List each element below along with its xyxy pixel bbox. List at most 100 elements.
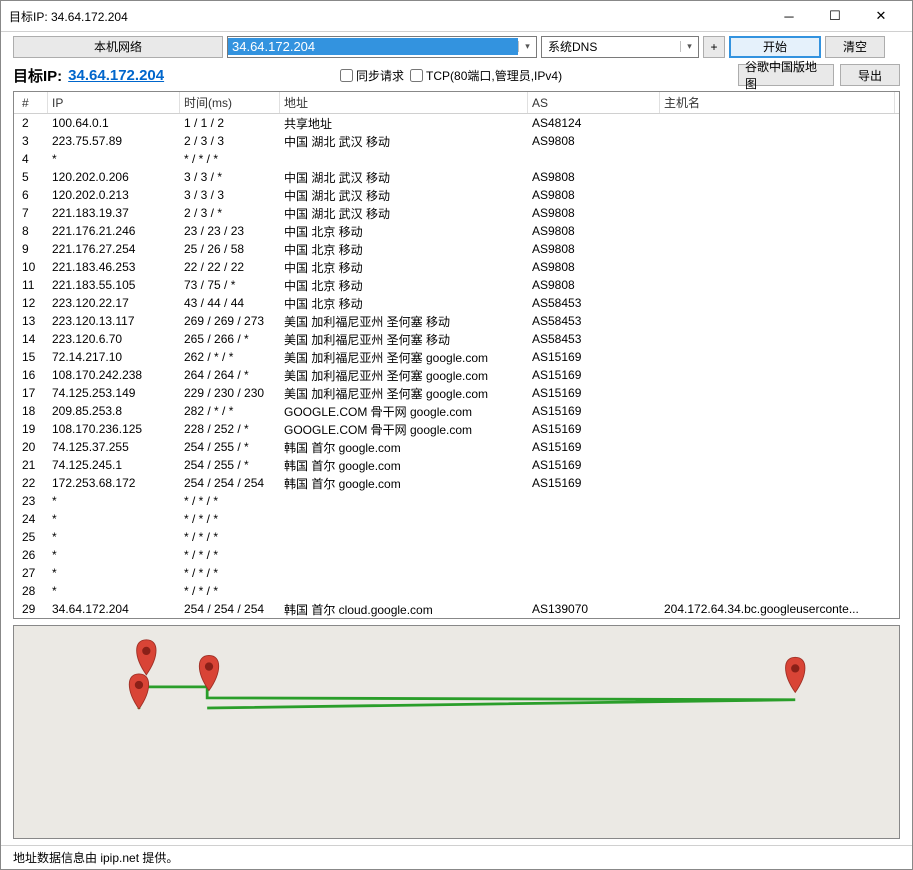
cell-idx: 25 — [18, 530, 48, 544]
table-row[interactable]: 10221.183.46.25322 / 22 / 22中国 北京 移动AS98… — [14, 258, 899, 276]
cell-as: AS9808 — [528, 278, 660, 292]
cell-time: 264 / 264 / * — [180, 368, 280, 382]
map-pin-icon[interactable] — [786, 657, 805, 692]
cell-idx: 7 — [18, 206, 48, 220]
export-button[interactable]: 导出 — [840, 64, 900, 86]
table-row[interactable]: 26** / * / * — [14, 546, 899, 564]
cell-addr: 美国 加利福尼亚州 圣何塞 google.com — [280, 385, 528, 402]
cell-addr: 中国 北京 移动 — [280, 223, 528, 240]
col-host[interactable]: 主机名 — [660, 92, 895, 113]
table-row[interactable]: 27** / * / * — [14, 564, 899, 582]
local-network-button[interactable]: 本机网络 — [13, 36, 223, 58]
cell-idx: 16 — [18, 368, 48, 382]
trace-table: # IP 时间(ms) 地址 AS 主机名 2100.64.0.11 / 1 /… — [13, 91, 900, 619]
table-row[interactable]: 2934.64.172.204254 / 254 / 254韩国 首尔 clou… — [14, 600, 899, 618]
table-row[interactable]: 2174.125.245.1254 / 255 / *韩国 首尔 google.… — [14, 456, 899, 474]
col-index[interactable]: # — [18, 92, 48, 113]
map-pin-icon[interactable] — [129, 674, 148, 709]
ip-input-value[interactable]: 34.64.172.204 — [228, 38, 518, 55]
table-row[interactable]: 24** / * / * — [14, 510, 899, 528]
minimize-button[interactable]: ─ — [766, 1, 812, 31]
cell-idx: 20 — [18, 440, 48, 454]
cell-idx: 23 — [18, 494, 48, 508]
target-ip-link[interactable]: 34.64.172.204 — [68, 67, 164, 84]
table-row[interactable]: 13223.120.13.117269 / 269 / 273美国 加利福尼亚州… — [14, 312, 899, 330]
cell-idx: 18 — [18, 404, 48, 418]
table-row[interactable]: 7221.183.19.372 / 3 / *中国 湖北 武汉 移动AS9808 — [14, 204, 899, 222]
table-row[interactable]: 14223.120.6.70265 / 266 / *美国 加利福尼亚州 圣何塞… — [14, 330, 899, 348]
cell-addr: GOOGLE.COM 骨干网 google.com — [280, 403, 528, 420]
chevron-down-icon[interactable]: ▾ — [680, 41, 698, 52]
table-row[interactable]: 2074.125.37.255254 / 255 / *韩国 首尔 google… — [14, 438, 899, 456]
cell-as: AS15169 — [528, 458, 660, 472]
table-row[interactable]: 4** / * / * — [14, 150, 899, 168]
app-window: 目标IP: 34.64.172.204 ─ ☐ ✕ 本机网络 34.64.172… — [0, 0, 913, 870]
toolbar-row-1: 本机网络 34.64.172.204 ▾ 系统DNS ▾ + 开始 清空 — [1, 31, 912, 61]
cell-as: AS58453 — [528, 296, 660, 310]
cell-ip: * — [48, 152, 180, 166]
table-row[interactable]: 8221.176.21.24623 / 23 / 23中国 北京 移动AS980… — [14, 222, 899, 240]
add-button[interactable]: + — [703, 36, 725, 58]
cell-idx: 29 — [18, 602, 48, 616]
cell-time: 229 / 230 / 230 — [180, 386, 280, 400]
cell-time: 73 / 75 / * — [180, 278, 280, 292]
cell-ip: 223.120.6.70 — [48, 332, 180, 346]
table-row[interactable]: 22172.253.68.172254 / 254 / 254韩国 首尔 goo… — [14, 474, 899, 492]
cell-idx: 11 — [18, 278, 48, 292]
cell-ip: * — [48, 494, 180, 508]
table-row[interactable]: 2100.64.0.11 / 1 / 2共享地址AS48124 — [14, 114, 899, 132]
tcp-option-input[interactable] — [410, 69, 423, 82]
cell-time: 254 / 254 / 254 — [180, 602, 280, 616]
table-row[interactable]: 16108.170.242.238264 / 264 / *美国 加利福尼亚州 … — [14, 366, 899, 384]
start-button[interactable]: 开始 — [729, 36, 821, 58]
table-row[interactable]: 1572.14.217.10262 / * / *美国 加利福尼亚州 圣何塞 g… — [14, 348, 899, 366]
col-as[interactable]: AS — [528, 92, 660, 113]
map-button[interactable]: 谷歌中国版地图 — [738, 64, 834, 86]
sync-request-checkbox[interactable]: 同步请求 — [340, 67, 404, 84]
cell-idx: 22 — [18, 476, 48, 490]
table-row[interactable]: 11221.183.55.10573 / 75 / *中国 北京 移动AS980… — [14, 276, 899, 294]
ip-input-combo[interactable]: 34.64.172.204 ▾ — [227, 36, 537, 58]
table-row[interactable]: 18209.85.253.8282 / * / *GOOGLE.COM 骨干网 … — [14, 402, 899, 420]
table-row[interactable]: 3223.75.57.892 / 3 / 3中国 湖北 武汉 移动AS9808 — [14, 132, 899, 150]
cell-host: 204.172.64.34.bc.googleuserconte... — [660, 602, 895, 616]
cell-time: * / * / * — [180, 548, 280, 562]
tcp-option-checkbox[interactable]: TCP(80端口,管理员,IPv4) — [410, 67, 562, 84]
col-addr[interactable]: 地址 — [280, 92, 528, 113]
close-button[interactable]: ✕ — [858, 1, 904, 31]
table-row[interactable]: 25** / * / * — [14, 528, 899, 546]
cell-as: AS9808 — [528, 188, 660, 202]
cell-addr: 美国 加利福尼亚州 圣何塞 google.com — [280, 367, 528, 384]
table-row[interactable]: 6120.202.0.2133 / 3 / 3中国 湖北 武汉 移动AS9808 — [14, 186, 899, 204]
cell-time: 262 / * / * — [180, 350, 280, 364]
table-row[interactable]: 9221.176.27.25425 / 26 / 58中国 北京 移动AS980… — [14, 240, 899, 258]
table-row[interactable]: 19108.170.236.125228 / 252 / *GOOGLE.COM… — [14, 420, 899, 438]
table-row[interactable]: 12223.120.22.1743 / 44 / 44中国 北京 移动AS584… — [14, 294, 899, 312]
map-area[interactable] — [13, 625, 900, 839]
col-time[interactable]: 时间(ms) — [180, 92, 280, 113]
cell-ip: 221.183.55.105 — [48, 278, 180, 292]
table-row[interactable]: 28** / * / * — [14, 582, 899, 600]
chevron-down-icon[interactable]: ▾ — [518, 41, 536, 52]
table-row[interactable]: 23** / * / * — [14, 492, 899, 510]
table-row[interactable]: 1774.125.253.149229 / 230 / 230美国 加利福尼亚州… — [14, 384, 899, 402]
cell-as: AS9808 — [528, 224, 660, 238]
maximize-button[interactable]: ☐ — [812, 1, 858, 31]
cell-idx: 12 — [18, 296, 48, 310]
cell-as: AS9808 — [528, 170, 660, 184]
cell-idx: 24 — [18, 512, 48, 526]
cell-idx: 19 — [18, 422, 48, 436]
cell-ip: 223.120.13.117 — [48, 314, 180, 328]
col-ip[interactable]: IP — [48, 92, 180, 113]
map-pin-icon[interactable] — [199, 655, 218, 690]
dns-select[interactable]: 系统DNS ▾ — [541, 36, 699, 58]
table-row[interactable]: 5120.202.0.2063 / 3 / *中国 湖北 武汉 移动AS9808 — [14, 168, 899, 186]
clear-button[interactable]: 清空 — [825, 36, 885, 58]
cell-ip: 221.183.19.37 — [48, 206, 180, 220]
cell-idx: 13 — [18, 314, 48, 328]
cell-time: 3 / 3 / * — [180, 170, 280, 184]
dns-value: 系统DNS — [542, 38, 680, 55]
sync-request-input[interactable] — [340, 69, 353, 82]
toolbar-row-2: 目标IP: 34.64.172.204 同步请求 TCP(80端口,管理员,IP… — [1, 61, 912, 89]
map-pin-icon[interactable] — [137, 640, 156, 675]
